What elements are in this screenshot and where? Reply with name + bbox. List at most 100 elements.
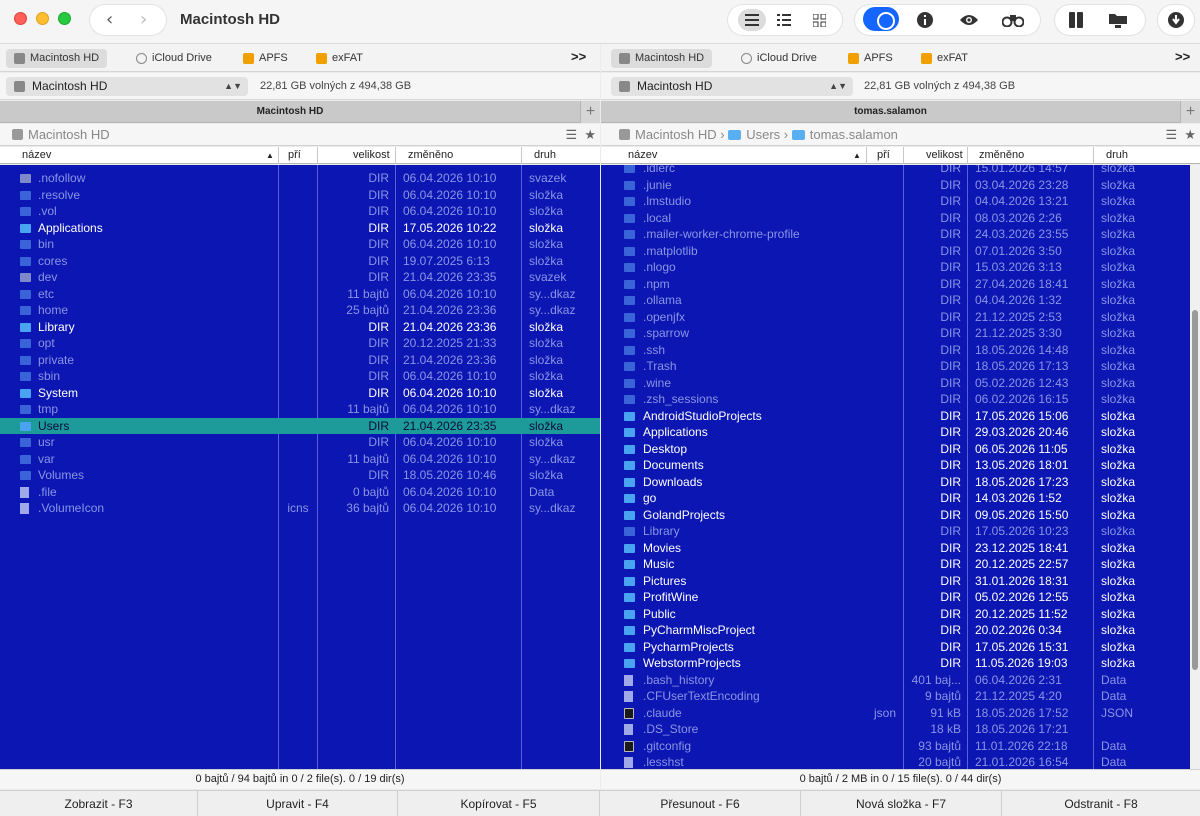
file-row[interactable]: Desktop DIR 06.05.2026 11:05 složka xyxy=(601,441,1190,458)
file-row[interactable]: .matplotlib DIR 07.01.2026 3:50 složka xyxy=(601,243,1190,260)
scroll-thumb[interactable] xyxy=(1192,310,1198,670)
file-row[interactable]: etc 11 bajtů 06.04.2026 10:10 sy...dkaz xyxy=(0,286,600,303)
file-row[interactable]: .VolumeIcon icns 36 bajtů 06.04.2026 10:10 s… xyxy=(0,500,600,517)
col-size[interactable]: velikost xyxy=(926,149,963,161)
file-row[interactable]: PyCharmMiscProject DIR 20.02.2026 0:34 slož… xyxy=(601,622,1190,639)
file-row[interactable]: .Trash DIR 18.05.2026 17:13 složka xyxy=(601,358,1190,375)
file-row[interactable]: .ssh DIR 18.05.2026 14:48 složka xyxy=(601,342,1190,359)
col-date[interactable]: změněno xyxy=(408,149,453,161)
copy-f5-button[interactable]: Kopírovat - F5 xyxy=(398,791,600,816)
file-row[interactable]: .local DIR 08.03.2026 2:26 složka xyxy=(601,210,1190,227)
drive-tab-icloud[interactable]: iCloud Drive xyxy=(733,49,825,68)
file-row[interactable]: .openjfx DIR 21.12.2025 2:53 složka xyxy=(601,309,1190,326)
grid-view-icon[interactable] xyxy=(808,9,830,31)
col-name[interactable]: název xyxy=(628,149,657,161)
file-row[interactable]: Movies DIR 23.12.2025 18:41 složka xyxy=(601,540,1190,557)
new-folder-f7-button[interactable]: Nová složka - F7 xyxy=(801,791,1002,816)
file-row[interactable]: .CFUserTextEncoding 9 bajtů 21.12.2025 4:2… xyxy=(601,688,1190,705)
file-row[interactable]: .file 0 bajtů 06.04.2026 10:10 Data xyxy=(0,484,600,501)
left-panel-header[interactable]: Macintosh HD xyxy=(0,101,580,123)
chevron-right-icon[interactable]: › xyxy=(140,9,147,30)
right-panel-header[interactable]: tomas.salamon xyxy=(601,101,1180,123)
file-row[interactable]: .claude json 91 kB 18.05.2026 17:52 JSON xyxy=(601,705,1190,722)
list-icon[interactable]: ☰ xyxy=(1165,127,1177,142)
file-row[interactable]: .wine DIR 05.02.2026 12:43 složka xyxy=(601,375,1190,392)
file-row[interactable]: AndroidStudioProjects DIR 17.05.2026 15:06… xyxy=(601,408,1190,425)
download-icon[interactable] xyxy=(1165,9,1187,31)
file-row[interactable]: .zsh_sessions DIR 06.02.2026 16:15 složka xyxy=(601,391,1190,408)
file-row[interactable]: Volumes DIR 18.05.2026 10:46 složka xyxy=(0,467,600,484)
binoculars-icon[interactable] xyxy=(1002,9,1024,31)
file-row[interactable]: opt DIR 20.12.2025 21:33 složka xyxy=(0,335,600,352)
file-row[interactable]: .bash_history 401 baj... 06.04.2026 2:31 Da… xyxy=(601,672,1190,689)
file-row[interactable]: cores DIR 19.07.2025 6:13 složka xyxy=(0,253,600,270)
drive-tab-macintosh-hd[interactable]: Macintosh HD xyxy=(6,49,108,68)
right-drive-select[interactable]: Macintosh HD ▲▼ xyxy=(611,77,853,96)
file-row[interactable]: .lmstudio DIR 04.04.2026 13:21 složka xyxy=(601,193,1190,210)
file-row[interactable]: bin DIR 06.04.2026 10:10 složka xyxy=(0,236,600,253)
more-drives-button[interactable]: >> xyxy=(571,49,586,64)
file-row[interactable]: .DS_Store 18 kB 18.05.2026 17:21 xyxy=(601,721,1190,738)
drive-tab-icloud[interactable]: iCloud Drive xyxy=(128,49,220,68)
more-drives-button[interactable]: >> xyxy=(1175,49,1190,64)
file-row[interactable]: Library DIR 17.05.2026 10:23 složka xyxy=(601,523,1190,540)
minimize-window-button[interactable] xyxy=(36,12,49,25)
path-segment[interactable]: tomas.salamon xyxy=(810,127,898,142)
col-ext[interactable]: pří xyxy=(877,149,890,161)
file-row[interactable]: tmp 11 bajtů 06.04.2026 10:10 sy...dkaz xyxy=(0,401,600,418)
col-ext[interactable]: pří xyxy=(288,149,301,161)
detail-view-icon[interactable] xyxy=(773,9,795,31)
file-row[interactable]: System DIR 06.04.2026 10:10 složka xyxy=(0,385,600,402)
col-type[interactable]: druh xyxy=(534,149,556,161)
file-row[interactable]: GolandProjects DIR 09.05.2026 15:50 složka xyxy=(601,507,1190,524)
folder-icon[interactable] xyxy=(1107,9,1129,31)
file-row[interactable]: .lesshst 20 bajtů 21.01.2026 16:54 Data xyxy=(601,754,1190,769)
file-row[interactable]: .sparrow DIR 21.12.2025 3:30 složka xyxy=(601,325,1190,342)
file-row[interactable]: Public DIR 20.12.2025 11:52 složka xyxy=(601,606,1190,623)
file-row[interactable]: .vol DIR 06.04.2026 10:10 složka xyxy=(0,203,600,220)
list-icon[interactable]: ☰ xyxy=(565,127,577,142)
split-panels-icon[interactable] xyxy=(1065,9,1087,31)
edit-f4-button[interactable]: Upravit - F4 xyxy=(198,791,398,816)
file-row[interactable]: usr DIR 06.04.2026 10:10 složka xyxy=(0,434,600,451)
file-row[interactable]: .nlogo DIR 15.03.2026 3:13 složka xyxy=(601,259,1190,276)
file-row[interactable]: .resolve DIR 06.04.2026 10:10 složka xyxy=(0,187,600,204)
col-type[interactable]: druh xyxy=(1106,149,1128,161)
drive-tab-exfat[interactable]: exFAT xyxy=(308,49,371,68)
path-segment[interactable]: Users xyxy=(746,127,780,142)
star-icon[interactable]: ★ xyxy=(1184,127,1196,142)
delete-f8-button[interactable]: Odstranit - F8 xyxy=(1002,791,1200,816)
file-row[interactable]: Downloads DIR 18.05.2026 17:23 složka xyxy=(601,474,1190,491)
file-row[interactable]: private DIR 21.04.2026 23:36 složka xyxy=(0,352,600,369)
right-add-tab-button[interactable]: + xyxy=(1180,101,1200,123)
file-row[interactable]: WebstormProjects DIR 11.05.2026 19:03 složk… xyxy=(601,655,1190,672)
file-row[interactable]: .npm DIR 27.04.2026 18:41 složka xyxy=(601,276,1190,293)
file-row[interactable]: var 11 bajtů 06.04.2026 10:10 sy...dkaz xyxy=(0,451,600,468)
drive-tab-apfs[interactable]: APFS xyxy=(840,49,901,68)
path-segment[interactable]: Macintosh HD xyxy=(635,127,717,142)
file-row[interactable]: .nofollow DIR 06.04.2026 10:10 svazek xyxy=(0,170,600,187)
path-segment[interactable]: Macintosh HD xyxy=(28,127,110,142)
file-row[interactable]: Pictures DIR 31.01.2026 18:31 složka xyxy=(601,573,1190,590)
file-row[interactable]: Library DIR 21.04.2026 23:36 složka xyxy=(0,319,600,336)
drive-tab-macintosh-hd[interactable]: Macintosh HD xyxy=(611,49,713,68)
zoom-window-button[interactable] xyxy=(58,12,71,25)
file-row[interactable]: Documents DIR 13.05.2026 18:01 složka xyxy=(601,457,1190,474)
file-row[interactable]: Music DIR 20.12.2025 22:57 složka xyxy=(601,556,1190,573)
info-icon[interactable] xyxy=(914,9,936,31)
toggle-icon[interactable] xyxy=(863,7,899,31)
col-date[interactable]: změněno xyxy=(979,149,1024,161)
left-add-tab-button[interactable]: + xyxy=(580,101,600,123)
file-row[interactable]: Applications DIR 17.05.2026 10:22 složka xyxy=(0,220,600,237)
right-scrollbar[interactable] xyxy=(1190,165,1200,769)
right-file-list[interactable]: .idlerc DIR 15.01.2026 14:57 složka .junie DI… xyxy=(601,165,1190,769)
close-window-button[interactable] xyxy=(14,12,27,25)
view-f3-button[interactable]: Zobrazit - F3 xyxy=(0,791,198,816)
left-file-list[interactable]: .nofollow DIR 06.04.2026 10:10 svazek .resol… xyxy=(0,165,600,769)
file-row[interactable]: ProfitWine DIR 05.02.2026 12:55 složka xyxy=(601,589,1190,606)
left-drive-select[interactable]: Macintosh HD ▲▼ xyxy=(6,77,248,96)
file-row[interactable]: Applications DIR 29.03.2026 20:46 složka xyxy=(601,424,1190,441)
file-row[interactable]: .gitconfig 93 bajtů 11.01.2026 22:18 Data xyxy=(601,738,1190,755)
file-row[interactable]: .ollama DIR 04.04.2026 1:32 složka xyxy=(601,292,1190,309)
file-row[interactable]: .mailer-worker-chrome-profile DIR 24.03.20… xyxy=(601,226,1190,243)
